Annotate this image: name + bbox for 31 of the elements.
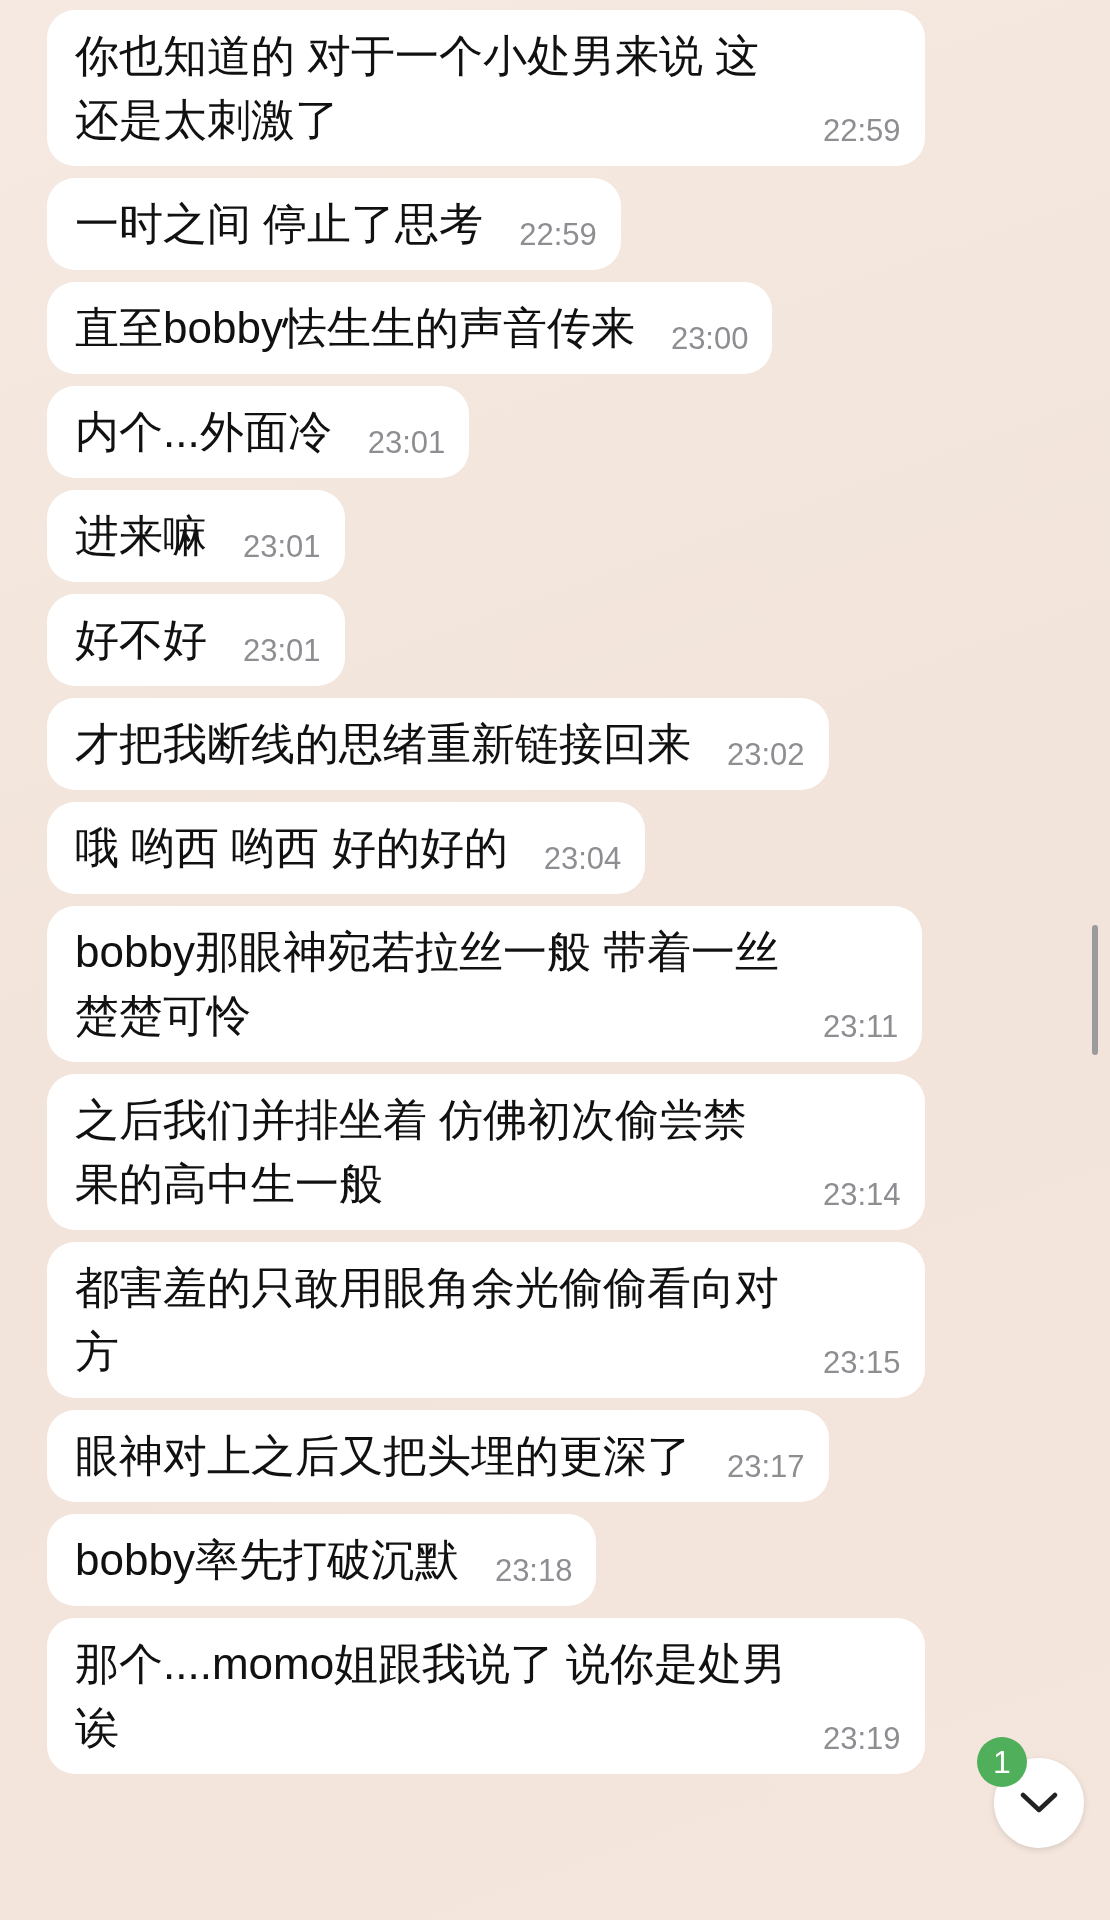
- message-time: 23:01: [243, 530, 321, 564]
- message-time: 23:11: [823, 1010, 899, 1044]
- message-text: 内个...外面冷: [75, 406, 332, 458]
- message-time: 23:01: [243, 634, 321, 668]
- message-time: 22:59: [519, 218, 597, 252]
- message-text: 眼神对上之后又把头埋的更深了: [75, 1430, 691, 1482]
- message-text: 都害羞的只敢用眼角余光偷偷看向对方: [75, 1262, 780, 1378]
- chevron-down-icon: [1020, 1792, 1058, 1814]
- message-time: 23:14: [823, 1178, 901, 1212]
- message-time: 23:18: [494, 1554, 573, 1588]
- message-time: 23:04: [543, 842, 622, 876]
- message-time: 23:02: [727, 738, 805, 772]
- message-time: 23:01: [367, 426, 446, 460]
- message-text: 直至bobby怯生生的声音传来: [75, 302, 635, 354]
- message-time: 22:59: [823, 114, 901, 148]
- message-text: 好不好: [75, 614, 207, 666]
- message-text: bobby那眼神宛若拉丝一般 带着一丝楚楚可怜: [75, 926, 781, 1042]
- message-text: 才把我断线的思绪重新链接回来: [75, 718, 691, 770]
- message-text: bobby率先打破沉默: [75, 1534, 459, 1586]
- message-time: 23:19: [823, 1722, 901, 1756]
- unread-badge: 1: [977, 1737, 1027, 1787]
- message-time: 23:00: [670, 322, 749, 356]
- message-text: 那个....momo姐跟我说了 说你是处男诶: [75, 1638, 787, 1754]
- scroll-bar[interactable]: [1092, 925, 1098, 1055]
- message-text: 你也知道的 对于一个小处男来说 这还是太刺激了: [75, 30, 761, 146]
- message-time: 23:17: [727, 1450, 805, 1484]
- message-text: 进来嘛: [75, 510, 207, 562]
- message-text: 哦 哟西 哟西 好的好的: [75, 822, 508, 874]
- message-time: 23:15: [823, 1346, 901, 1380]
- message-text: 之后我们并排坐着 仿佛初次偷尝禁果的高中生一般: [75, 1094, 749, 1210]
- message-text: 一时之间 停止了思考: [75, 198, 484, 250]
